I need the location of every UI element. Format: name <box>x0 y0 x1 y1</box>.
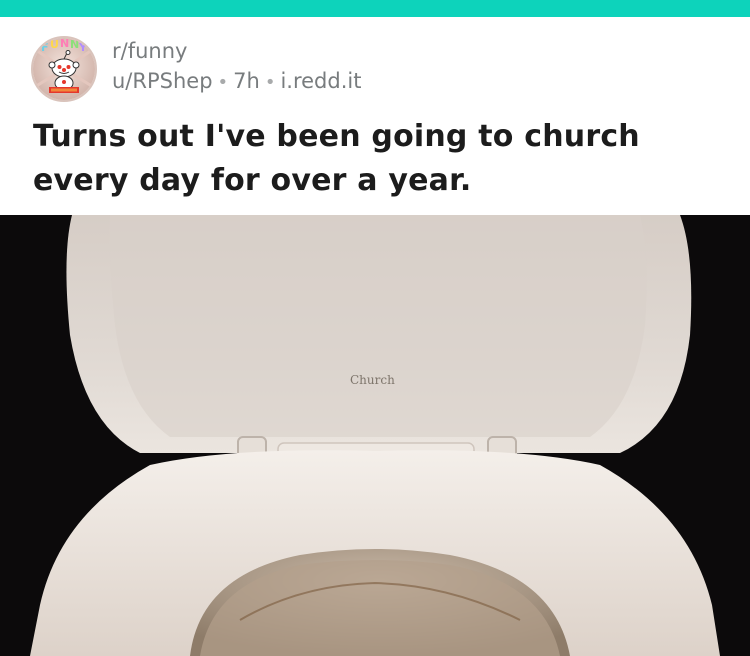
post-title[interactable]: Turns out I've been going to church ever… <box>33 115 723 203</box>
svg-text:N: N <box>60 38 69 50</box>
post-byline: u/RPShep • 7h • i.redd.it <box>112 67 361 97</box>
svg-text:N: N <box>70 38 79 51</box>
svg-text:U: U <box>50 38 59 51</box>
author-link[interactable]: u/RPShep <box>112 69 213 93</box>
post-age: 7h <box>233 69 260 93</box>
meta-separator: • <box>217 72 229 93</box>
subreddit-avatar-icon[interactable]: F U N N Y <box>31 36 97 102</box>
post-image[interactable]: Church <box>0 215 750 656</box>
post-header: F U N N Y r/funny u/RPShep • 7h • i.redd… <box>0 17 750 215</box>
post-domain-link[interactable]: i.redd.it <box>280 69 361 93</box>
subreddit-link[interactable]: r/funny <box>112 37 361 65</box>
top-accent-bar <box>0 0 750 17</box>
lid-brand-text: Church <box>350 373 395 387</box>
svg-text:Y: Y <box>78 41 88 54</box>
meta-separator: • <box>264 72 276 93</box>
post-meta: r/funny u/RPShep • 7h • i.redd.it <box>112 37 361 97</box>
svg-text:F: F <box>41 41 49 54</box>
